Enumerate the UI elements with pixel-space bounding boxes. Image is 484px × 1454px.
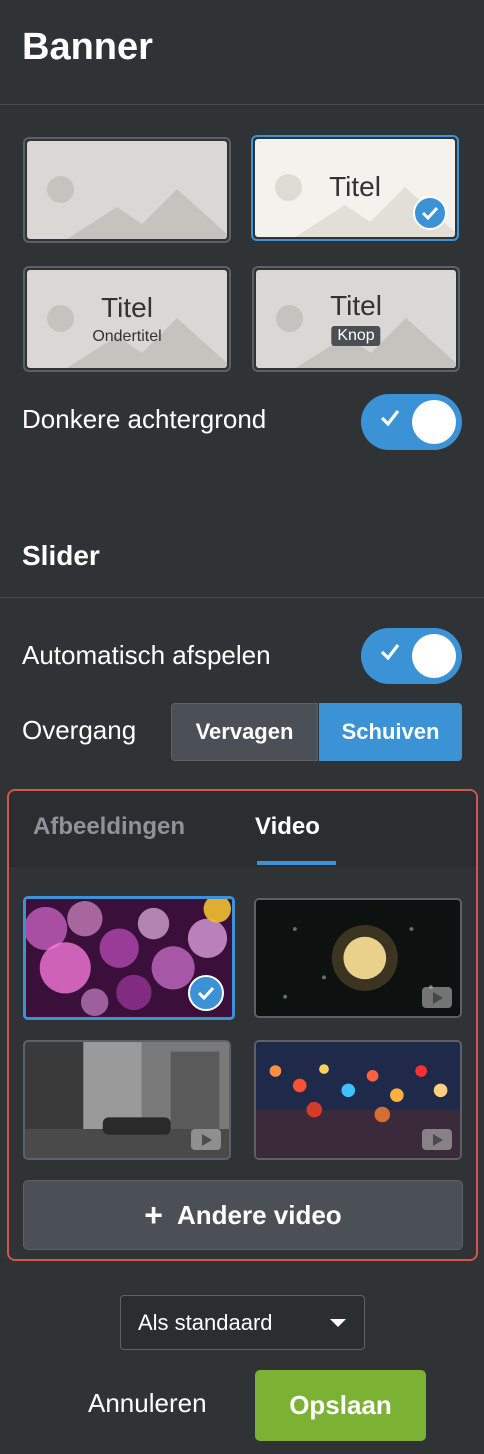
add-video-label: Andere video <box>176 1199 342 1230</box>
dark-background-label: Donkere achtergrond <box>22 404 267 434</box>
toggle-knob <box>412 634 456 678</box>
video-thumbnail-city-lights[interactable] <box>254 1040 462 1160</box>
active-tab-indicator <box>257 861 336 865</box>
chevron-down-icon <box>330 1319 346 1327</box>
layout-title-text: Titel <box>101 292 153 323</box>
layout-title-text: Titel <box>330 290 382 321</box>
media-picker: Afbeeldingen Video + Andere video <box>7 789 478 1261</box>
autoplay-label: Automatisch afspelen <box>22 640 271 670</box>
layout-subtitle-text: Ondertitel <box>92 328 162 345</box>
transition-slide-button[interactable]: Schuiven <box>319 703 462 761</box>
tab-images[interactable]: Afbeeldingen <box>33 813 185 841</box>
toggle-knob <box>412 400 456 444</box>
layout-option-plain[interactable] <box>23 137 231 243</box>
transition-label: Overgang <box>22 715 137 745</box>
video-thumbnail-rain-window[interactable] <box>254 898 462 1018</box>
divider <box>0 104 484 105</box>
banner-title: Banner <box>22 26 153 68</box>
checkmark-icon <box>188 975 224 1011</box>
add-video-button[interactable]: + Andere video <box>23 1180 463 1250</box>
default-select[interactable]: Als standaard <box>120 1295 365 1350</box>
slider-title: Slider <box>22 540 100 571</box>
default-select-value: Als standaard <box>138 1309 273 1335</box>
divider <box>0 597 484 598</box>
cancel-button[interactable]: Annuleren <box>88 1388 207 1419</box>
plus-icon: + <box>144 1197 163 1233</box>
layout-option-title[interactable]: Titel <box>251 135 459 241</box>
dark-background-toggle[interactable] <box>361 394 462 450</box>
layout-button-text: Knop <box>331 326 381 346</box>
play-icon <box>191 1129 221 1150</box>
layout-option-title-button[interactable]: Titel Knop <box>252 266 460 372</box>
checkmark-icon <box>413 196 447 230</box>
tab-video[interactable]: Video <box>255 813 320 841</box>
transition-fade-button[interactable]: Vervagen <box>171 703 318 761</box>
video-thumbnail-city-street[interactable] <box>23 1040 231 1160</box>
autoplay-toggle[interactable] <box>361 628 462 684</box>
checkmark-icon <box>380 410 400 427</box>
save-button[interactable]: Opslaan <box>255 1370 426 1441</box>
play-icon <box>422 1129 452 1150</box>
mountain-icon <box>67 189 227 239</box>
play-icon <box>422 987 452 1008</box>
checkmark-icon <box>380 644 400 661</box>
media-tabbar: Afbeeldingen Video <box>9 791 476 867</box>
video-thumbnail-bokeh-purple[interactable] <box>23 896 235 1020</box>
layout-option-title-subtitle[interactable]: Titel Ondertitel <box>23 266 231 372</box>
